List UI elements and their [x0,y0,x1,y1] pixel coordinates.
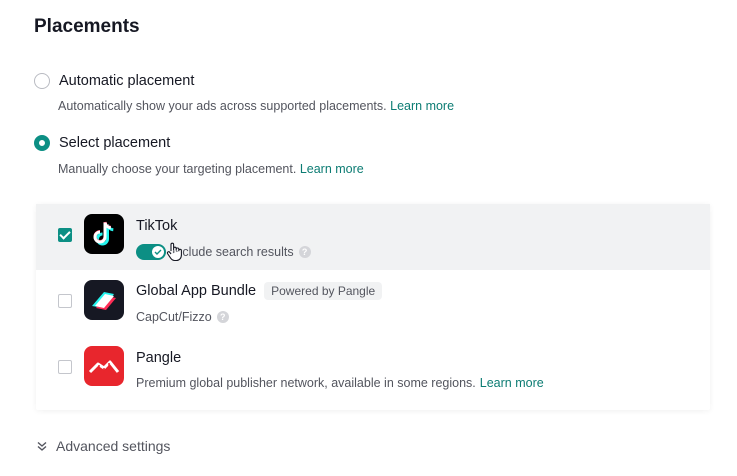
select-placement-option[interactable]: Select placement [34,135,170,151]
select-placement-description: Manually choose your targeting placement… [58,162,364,176]
pangle-learn-more-link[interactable]: Learn more [480,376,544,390]
double-chevron-down-icon [37,441,47,451]
include-search-results-toggle[interactable] [136,244,166,260]
placement-item-tiktok[interactable]: TikTok Include search results ? [36,204,710,270]
powered-by-pangle-badge: Powered by Pangle [264,282,383,300]
tiktok-search-results-row: Include search results ? [136,244,311,260]
global-app-bundle-subtitle: CapCut/Fizzo [136,310,212,324]
global-app-bundle-checkbox[interactable] [58,294,72,308]
global-app-bundle-logo-icon [84,280,124,320]
select-description-text: Manually choose your targeting placement… [58,162,297,176]
pangle-checkbox[interactable] [58,360,72,374]
automatic-placement-label: Automatic placement [59,73,195,89]
select-placement-label: Select placement [59,135,171,151]
select-placement-radio[interactable] [34,135,50,151]
hand-cursor-icon [166,242,184,267]
tiktok-logo-icon [84,214,124,254]
global-app-bundle-name: Global App Bundle [136,283,257,299]
tiktok-name: TikTok [136,218,178,234]
placement-item-global-app-bundle[interactable]: Global App Bundle Powered by Pangle CapC… [36,270,710,336]
placements-title: Placements [34,16,140,37]
toggle-check-icon [152,246,164,258]
placement-item-pangle[interactable]: Pangle Premium global publisher network,… [36,336,710,402]
pangle-subtitle-row: Premium global publisher network, availa… [136,376,544,390]
automatic-placement-description: Automatically show your ads across suppo… [58,99,454,113]
global-app-bundle-name-row: Global App Bundle Powered by Pangle [136,282,383,300]
pangle-subtitle: Premium global publisher network, availa… [136,376,476,390]
automatic-description-text: Automatically show your ads across suppo… [58,99,387,113]
help-icon[interactable]: ? [298,246,311,258]
automatic-learn-more-link[interactable]: Learn more [390,99,454,113]
placements-panel: TikTok Include search results ? Global A… [36,204,710,410]
select-learn-more-link[interactable]: Learn more [300,162,364,176]
automatic-placement-radio[interactable] [34,73,50,89]
advanced-settings-toggle[interactable]: Advanced settings [36,438,170,454]
automatic-placement-option[interactable]: Automatic placement [34,73,194,89]
help-icon[interactable]: ? [216,311,229,323]
tiktok-checkbox[interactable] [58,228,72,242]
advanced-settings-label: Advanced settings [56,438,171,454]
global-app-bundle-subtitle-row: CapCut/Fizzo ? [136,310,229,324]
include-search-results-label: Include search results [172,245,294,259]
pangle-name: Pangle [136,350,182,366]
pangle-logo-icon [84,346,124,386]
